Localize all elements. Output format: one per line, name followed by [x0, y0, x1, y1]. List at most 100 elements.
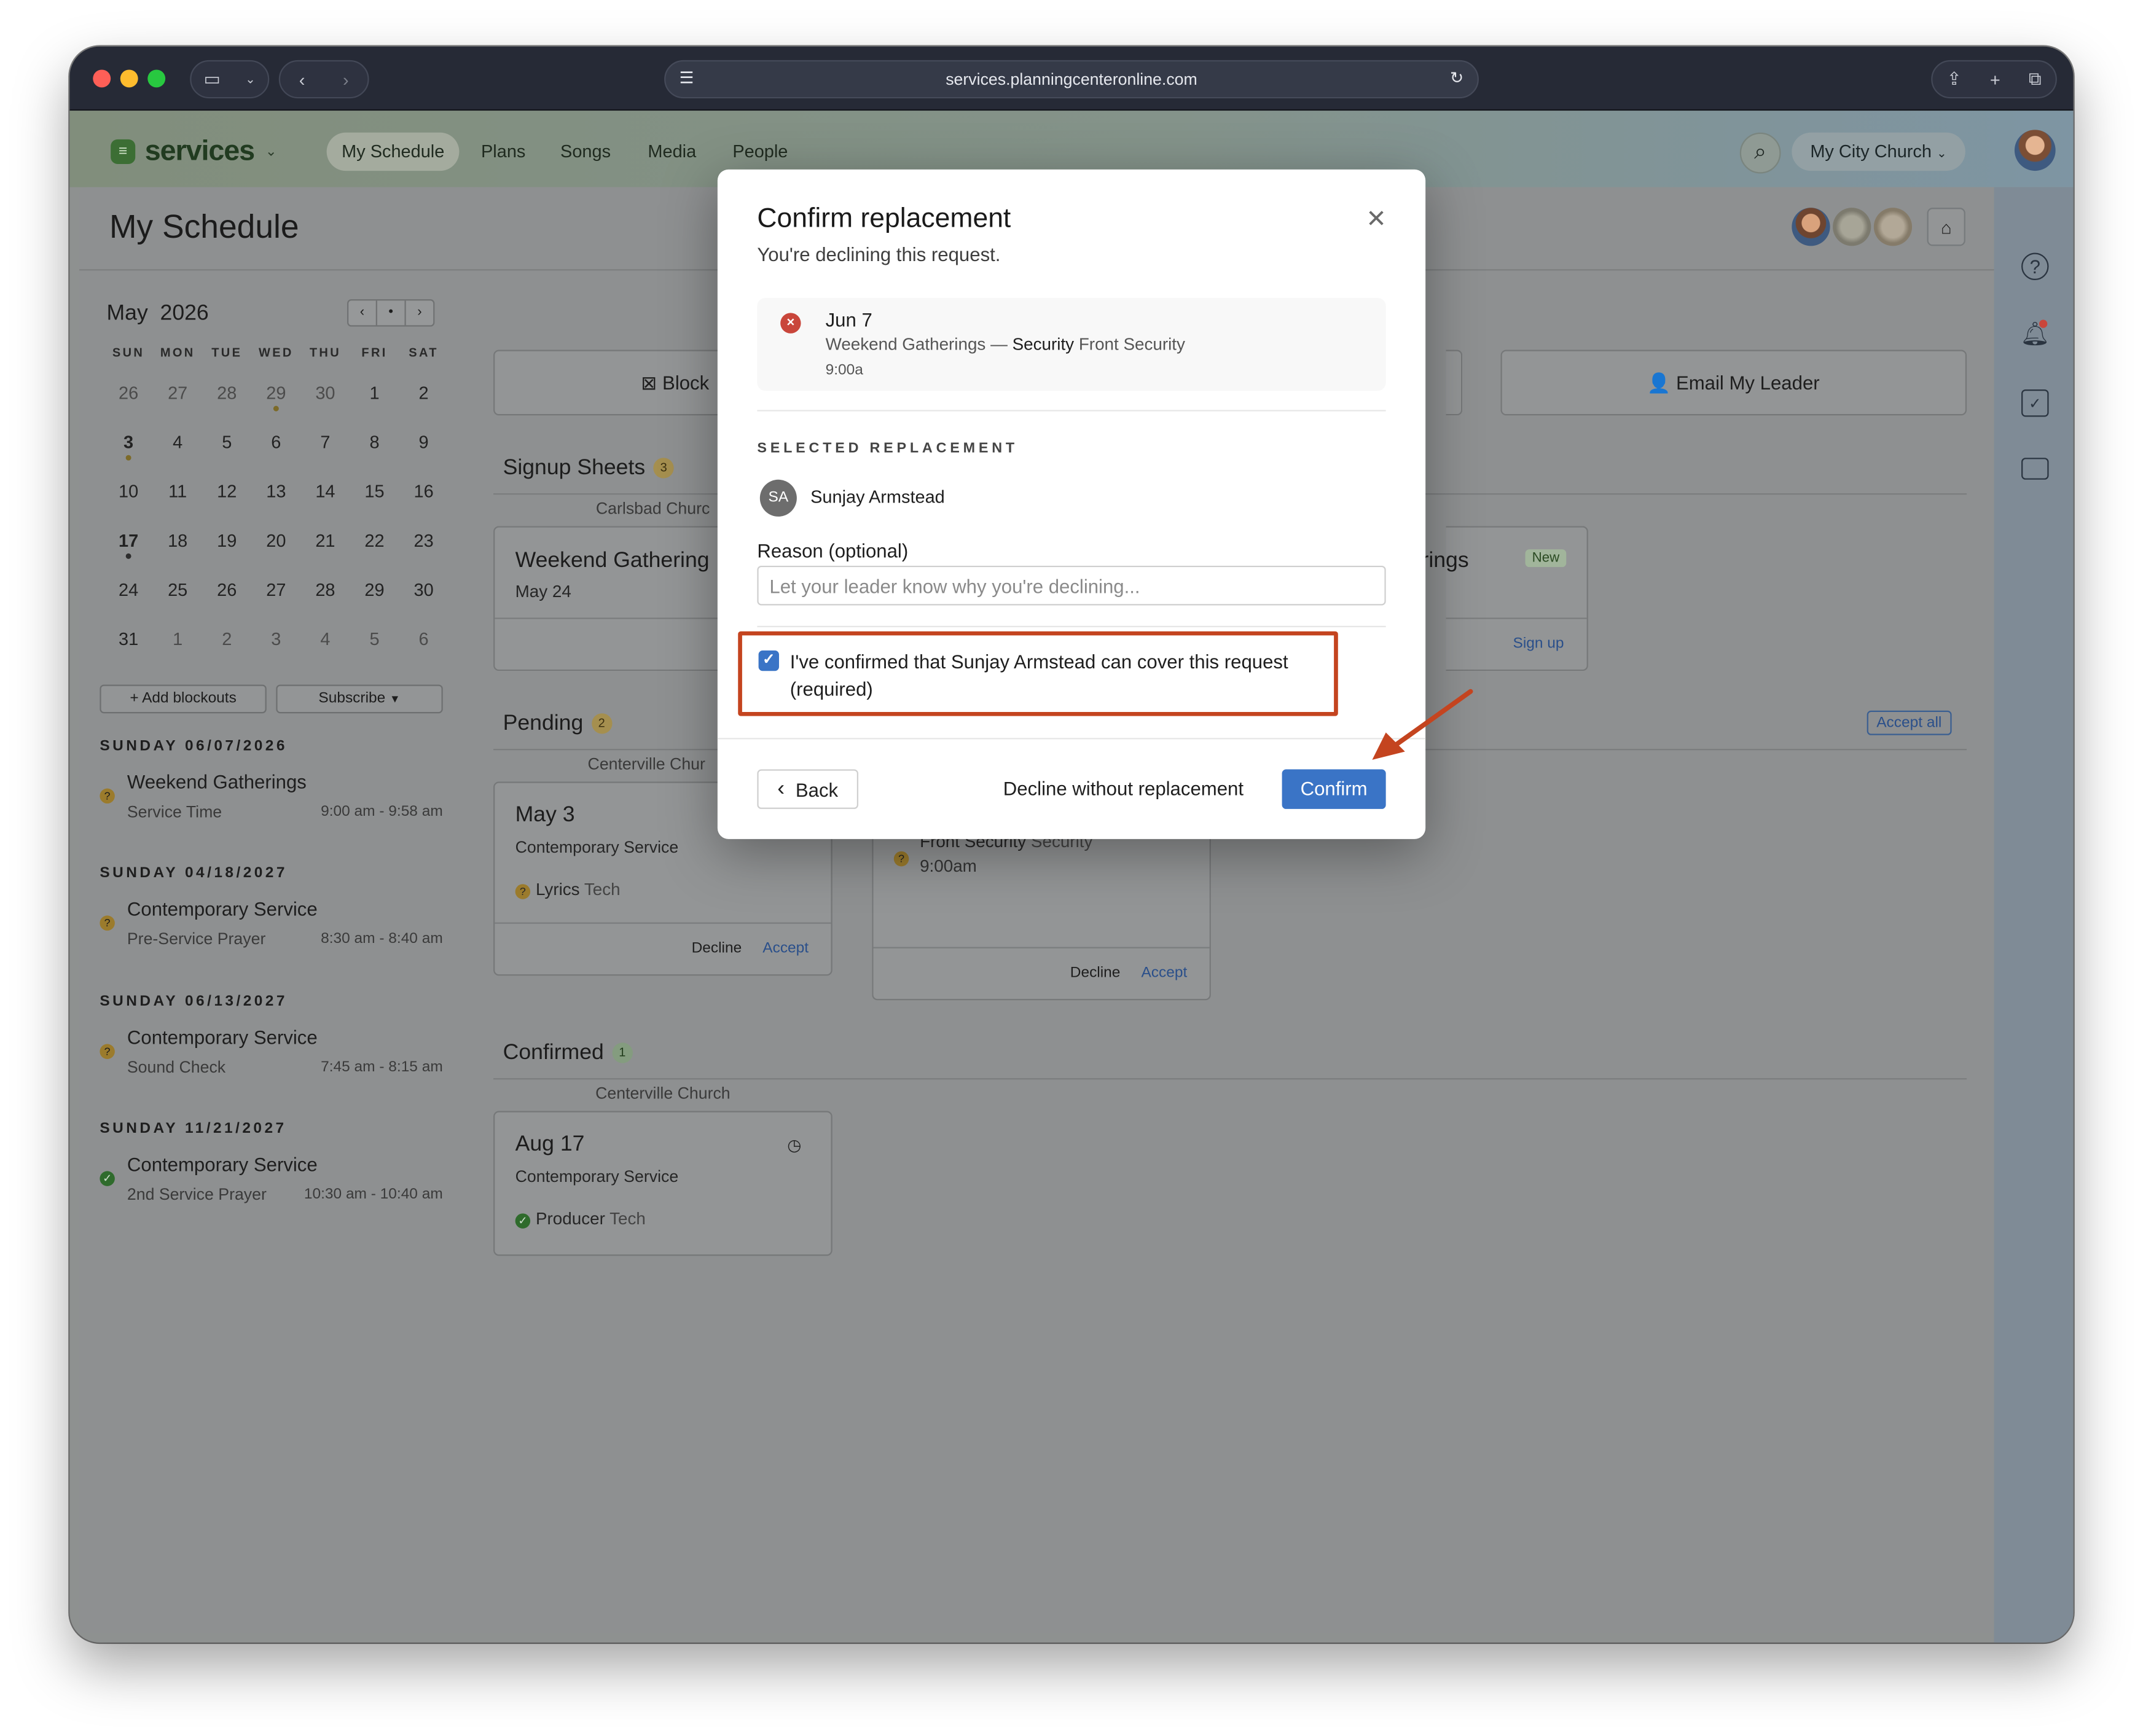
calendar-day[interactable]: 8	[350, 431, 399, 452]
schedule-title[interactable]: Contemporary Service	[127, 1153, 318, 1175]
calendar-week: 17 18 19 20 21 22 23	[104, 515, 449, 565]
pending-card-service: Contemporary Service	[515, 837, 679, 857]
nav-people[interactable]: People	[718, 133, 803, 171]
calendar-day[interactable]: 4	[153, 431, 202, 452]
calendar-day[interactable]: 26	[202, 579, 251, 599]
calendar-day[interactable]: 14	[300, 480, 350, 501]
calendar-day[interactable]: 10	[104, 480, 153, 501]
chat-icon[interactable]	[2021, 458, 2049, 480]
address-bar[interactable]: ☰ services.planningcenteronline.com ↻	[664, 60, 1479, 99]
new-tab-icon[interactable]: +	[1990, 69, 2000, 89]
zoom-window-button[interactable]	[147, 69, 166, 88]
nav-my-schedule[interactable]: My Schedule	[326, 132, 460, 171]
back-arrow-icon[interactable]: ‹	[299, 69, 305, 89]
calendar-day[interactable]: 3	[251, 628, 300, 648]
nav-songs[interactable]: Songs	[546, 133, 626, 171]
calendar-day[interactable]: 9	[399, 431, 449, 452]
schedule-date: SUNDAY 04/18/2027	[100, 865, 288, 882]
back-button[interactable]: ‹ Back	[757, 769, 858, 809]
confirm-button[interactable]: Confirm	[1282, 769, 1386, 809]
calendar-day[interactable]: 29	[251, 382, 300, 411]
minimize-window-button[interactable]	[120, 69, 138, 88]
calendar-day[interactable]: 13	[251, 480, 300, 501]
chevron-left-icon[interactable]: ‹	[348, 300, 377, 326]
confirmed-card[interactable]: Aug 17 ◷ Contemporary Service ✓ Producer …	[493, 1111, 833, 1256]
calendar-day[interactable]: 27	[251, 579, 300, 599]
calendar-day[interactable]: 28	[202, 382, 251, 402]
home-icon[interactable]: ⌂	[1927, 208, 1965, 246]
calendar-day[interactable]: 20	[251, 530, 300, 550]
notifications-bell-icon[interactable]: 🔔︎	[2020, 319, 2050, 348]
today-dot-icon[interactable]: •	[377, 300, 406, 326]
church-selector[interactable]: My City Church ⌄	[1792, 132, 1965, 171]
decline-link[interactable]: Decline	[1070, 964, 1121, 981]
share-icon[interactable]: ⇪	[1946, 68, 1961, 90]
calendar-day[interactable]: 21	[300, 530, 350, 550]
calendar-day[interactable]: 2	[399, 382, 449, 402]
decline-without-replacement-button[interactable]: Decline without replacement	[1003, 778, 1244, 800]
calendar-day[interactable]: 15	[350, 480, 399, 501]
calendar-day[interactable]: 16	[399, 480, 449, 501]
reload-icon[interactable]: ↻	[1450, 68, 1463, 87]
schedule-title[interactable]: Contemporary Service	[127, 897, 318, 920]
sign-up-link[interactable]: Sign up	[1513, 635, 1564, 652]
calendar-day[interactable]: 31	[104, 628, 153, 648]
accept-all-button[interactable]: Accept all	[1867, 710, 1951, 735]
search-icon[interactable]: ⌕	[1739, 132, 1781, 174]
accept-link[interactable]: Accept	[762, 940, 809, 956]
nav-media[interactable]: Media	[633, 133, 711, 171]
reason-input[interactable]: Let your leader know why you're declinin…	[757, 565, 1386, 606]
team-avatar[interactable]	[1792, 208, 1830, 246]
calendar-day[interactable]: 17	[104, 530, 153, 558]
calendar-day[interactable]: 1	[350, 382, 399, 402]
calendar-day[interactable]: 1	[153, 628, 202, 648]
calendar-day[interactable]: 22	[350, 530, 399, 550]
page-title: My Schedule	[109, 209, 299, 246]
chevron-right-icon[interactable]: ›	[406, 300, 433, 325]
user-avatar[interactable]	[2014, 130, 2056, 171]
calendar-day[interactable]: 5	[202, 431, 251, 452]
pending-card[interactable]: Front Security Security ? 9:00am Decline…	[872, 829, 1211, 1001]
email-leader-button[interactable]: 👤 Email My Leader	[1500, 350, 1967, 416]
sidebar-toggle-button[interactable]: ▭ ⌄	[190, 60, 270, 99]
team-avatar[interactable]	[1873, 208, 1913, 246]
team-avatar[interactable]	[1833, 208, 1871, 246]
calendar-day[interactable]: 12	[202, 480, 251, 501]
app-logo[interactable]: ≡ services ⌄	[111, 135, 276, 168]
calendar-day[interactable]: 2	[202, 628, 251, 648]
page-settings-icon[interactable]: ☰	[680, 68, 694, 87]
calendar-day[interactable]: 7	[300, 431, 350, 452]
decline-link[interactable]: Decline	[692, 940, 742, 956]
forward-arrow-icon[interactable]: ›	[343, 69, 349, 89]
calendar-day[interactable]: 29	[350, 579, 399, 599]
calendar-day[interactable]: 26	[104, 382, 153, 402]
hidden-action-button-edge[interactable]	[1446, 350, 1463, 416]
calendar-day[interactable]: 24	[104, 579, 153, 599]
schedule-title[interactable]: Contemporary Service	[127, 1026, 318, 1049]
close-window-button[interactable]	[93, 69, 111, 88]
calendar-day[interactable]: 27	[153, 382, 202, 402]
calendar-day[interactable]: 23	[399, 530, 449, 550]
close-icon[interactable]: ✕	[1365, 206, 1387, 231]
signup-card[interactable]: rings New Sign up	[1421, 526, 1588, 671]
calendar-day[interactable]: 5	[350, 628, 399, 648]
subscribe-button[interactable]: Subscribe ▼	[276, 684, 443, 714]
calendar-day[interactable]: 6	[399, 628, 449, 648]
nav-plans[interactable]: Plans	[466, 133, 541, 171]
calendar-day[interactable]: 19	[202, 530, 251, 550]
calendar-day[interactable]: 25	[153, 579, 202, 599]
schedule-title[interactable]: Weekend Gatherings	[127, 771, 307, 793]
calendar-day[interactable]: 28	[300, 579, 350, 599]
calendar-day[interactable]: 4	[300, 628, 350, 648]
calendar-day[interactable]: 3	[104, 431, 153, 460]
calendar-day[interactable]: 30	[399, 579, 449, 599]
calendar-day[interactable]: 6	[251, 431, 300, 452]
calendar-day-selected[interactable]: 18	[153, 518, 202, 560]
calendar-day[interactable]: 30	[300, 382, 350, 402]
help-icon[interactable]: ?	[2021, 252, 2049, 281]
clipboard-check-icon[interactable]: ✓	[2021, 389, 2049, 417]
accept-link[interactable]: Accept	[1141, 964, 1187, 981]
calendar-day[interactable]: 11	[153, 480, 202, 501]
tabs-overview-icon[interactable]: ⧉	[2029, 68, 2042, 90]
add-blockouts-button[interactable]: + Add blockouts	[100, 684, 267, 714]
